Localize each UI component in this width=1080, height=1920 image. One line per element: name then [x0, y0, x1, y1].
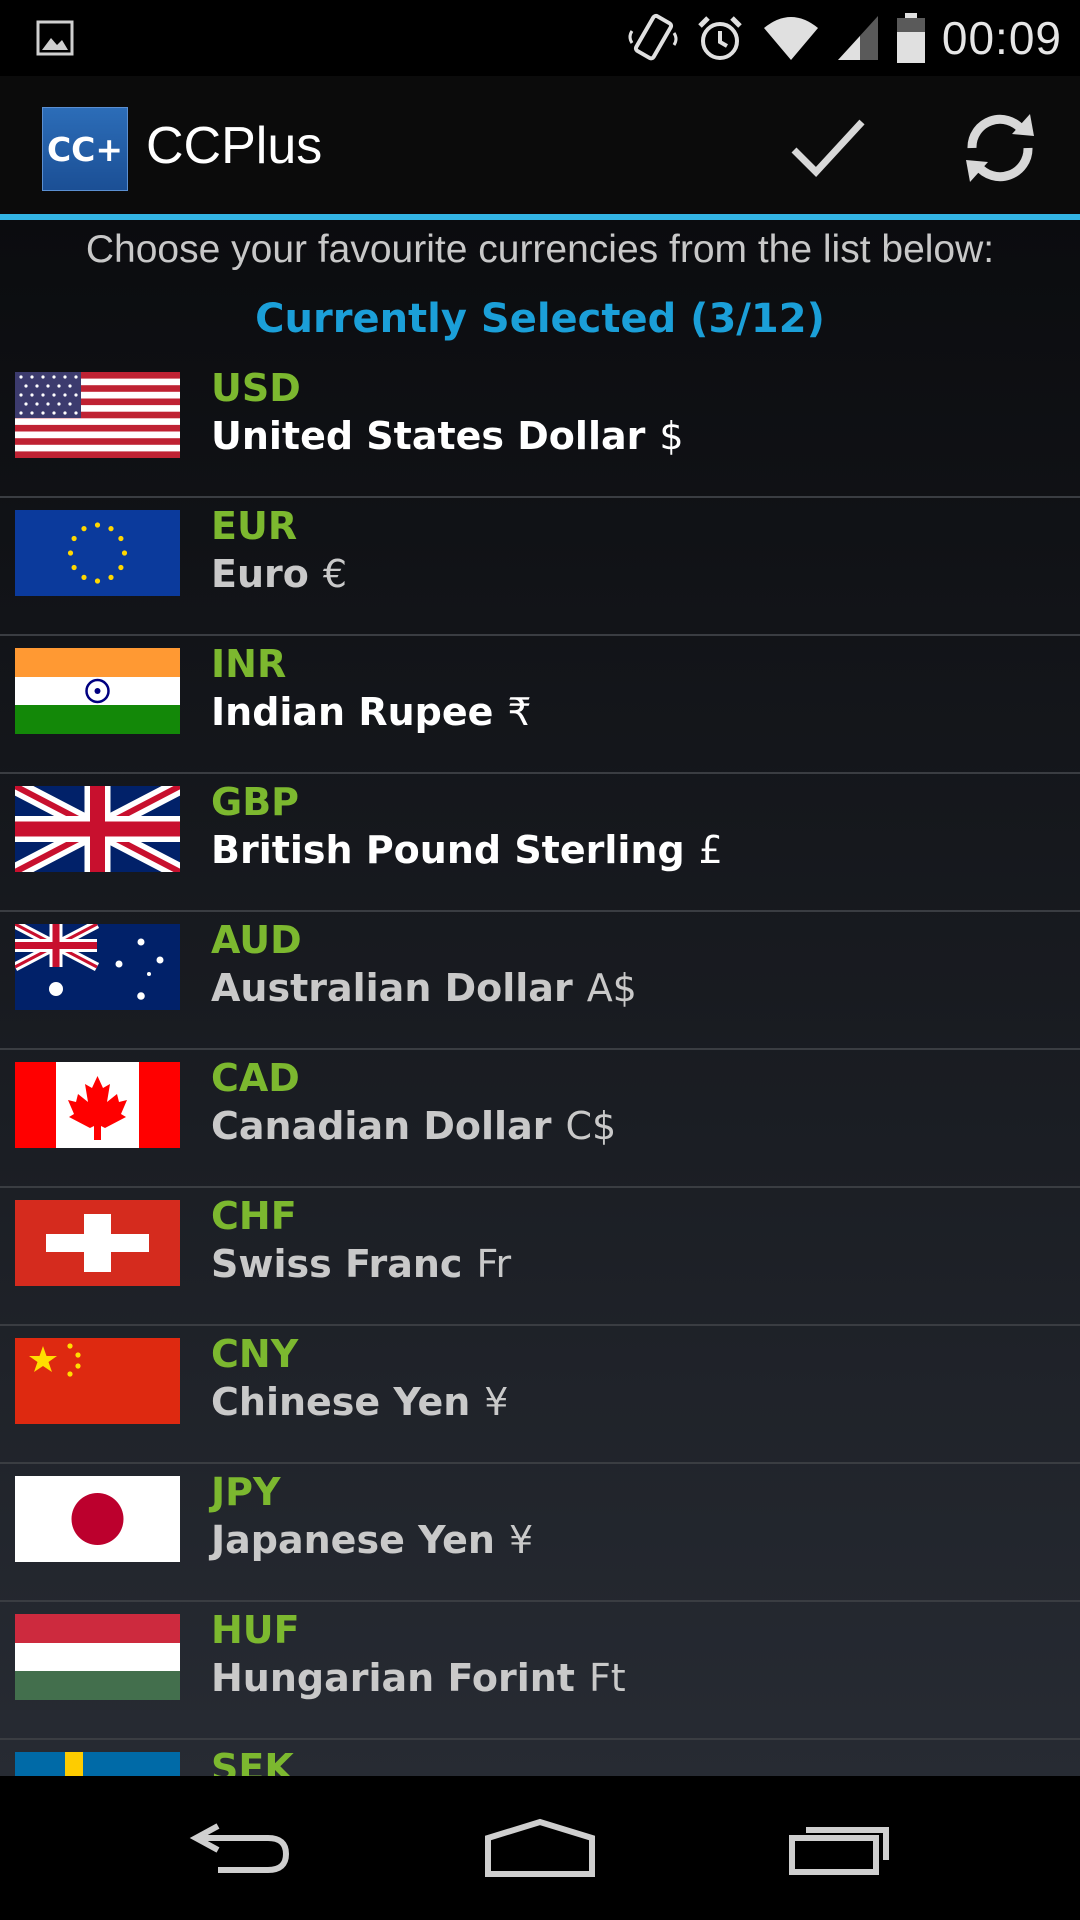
instructions-text: Choose your favourite currencies from th…	[85, 228, 995, 271]
currency-code: INR	[211, 642, 287, 686]
currency-code: HUF	[211, 1608, 300, 1652]
currency-row-jpy[interactable]: JPY Japanese Yen ¥	[0, 1464, 1080, 1602]
refresh-icon[interactable]	[958, 106, 1042, 190]
currency-name: Euro €	[211, 552, 348, 596]
currency-name: United States Dollar $	[211, 414, 684, 458]
currency-name: Australian Dollar A$	[211, 966, 637, 1010]
currency-symbol: €	[322, 552, 348, 596]
currency-code: AUD	[211, 918, 302, 962]
currency-row-huf[interactable]: HUF Hungarian Forint Ft	[0, 1602, 1080, 1740]
uk-flag	[15, 786, 180, 872]
currency-row-chf[interactable]: CHF Swiss Franc Fr	[0, 1188, 1080, 1326]
currency-name: Indian Rupee ₹	[211, 690, 532, 734]
app-title: CCPlus	[146, 117, 323, 175]
back-button[interactable]	[140, 1776, 340, 1920]
currency-name: Canadian Dollar C$	[211, 1104, 617, 1148]
signal-icon	[837, 16, 878, 60]
currency-code: JPY	[211, 1470, 281, 1514]
currency-code: USD	[211, 366, 301, 410]
currency-symbol: ¥	[508, 1518, 534, 1562]
currency-code: CAD	[211, 1056, 300, 1100]
australia-flag	[15, 924, 180, 1010]
currency-symbol: $	[659, 414, 684, 458]
action-bar: CC+ CCPlus	[0, 76, 1080, 220]
home-button[interactable]	[440, 1776, 640, 1920]
currency-name: Hungarian Forint Ft	[211, 1656, 626, 1700]
currency-row-gbp[interactable]: GBP British Pound Sterling £	[0, 774, 1080, 912]
back-icon	[189, 1823, 290, 1873]
currency-symbol: £	[698, 828, 723, 872]
currency-symbol: A$	[586, 966, 637, 1010]
canada-flag	[15, 1062, 180, 1148]
recents-icon	[789, 1827, 889, 1875]
picture-icon	[36, 20, 74, 56]
recents-button[interactable]	[740, 1776, 940, 1920]
navigation-bar	[0, 1776, 1080, 1920]
status-bar: 00:09	[0, 0, 1080, 76]
currency-selection-panel: Choose your favourite currencies from th…	[0, 220, 1080, 1776]
us-flag	[15, 372, 180, 458]
currency-symbol: Fr	[476, 1242, 512, 1286]
app-logo[interactable]: CC+	[42, 107, 128, 191]
currency-row-inr[interactable]: INR Indian Rupee ₹	[0, 636, 1080, 774]
china-flag	[15, 1338, 180, 1424]
sweden-flag	[15, 1752, 180, 1776]
vibrate-icon	[628, 13, 678, 61]
currency-row-eur[interactable]: EUR Euro €	[0, 498, 1080, 636]
hungary-flag	[15, 1614, 180, 1700]
selected-count-header: Currently Selected (3/12)	[255, 296, 825, 342]
battery-icon	[896, 13, 925, 63]
currency-name: British Pound Sterling £	[211, 828, 723, 872]
currency-name: Japanese Yen ¥	[211, 1518, 534, 1562]
currency-row-usd[interactable]: USD United States Dollar $	[0, 360, 1080, 498]
currency-symbol: C$	[565, 1104, 617, 1148]
currency-symbol: Ft	[588, 1656, 626, 1700]
currency-name: Swiss Franc Fr	[211, 1242, 512, 1286]
currency-symbol: ₹	[507, 690, 532, 734]
check-icon[interactable]	[790, 112, 866, 182]
currency-code: EUR	[211, 504, 298, 548]
currency-code: CNY	[211, 1332, 299, 1376]
currency-code: SEK	[211, 1746, 294, 1776]
home-icon	[485, 1818, 595, 1877]
currency-row-aud[interactable]: AUD Australian Dollar A$	[0, 912, 1080, 1050]
japan-flag	[15, 1476, 180, 1562]
currency-name: Chinese Yen ¥	[211, 1380, 509, 1424]
currency-row-sek[interactable]: SEK	[0, 1740, 1080, 1776]
switzerland-flag	[15, 1200, 180, 1286]
currency-code: GBP	[211, 780, 300, 824]
clock: 00:09	[941, 12, 1062, 64]
wifi-icon	[763, 17, 818, 60]
currency-symbol: ¥	[484, 1380, 509, 1424]
currency-code: CHF	[211, 1194, 297, 1238]
alarm-icon	[698, 16, 742, 60]
currency-list[interactable]: USD United States Dollar $ EUR Euro € IN…	[0, 360, 1080, 1776]
india-flag	[15, 648, 180, 734]
currency-row-cad[interactable]: CAD Canadian Dollar C$	[0, 1050, 1080, 1188]
eu-flag	[15, 510, 180, 596]
currency-row-cny[interactable]: CNY Chinese Yen ¥	[0, 1326, 1080, 1464]
